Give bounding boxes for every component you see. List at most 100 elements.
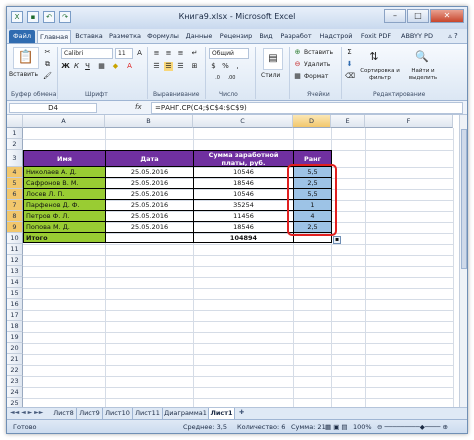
view-buttons-icon[interactable]: ▦ ▣ ▤ [325, 420, 348, 433]
italic-icon[interactable]: К [72, 62, 81, 71]
fill-color-icon[interactable]: ◆ [111, 62, 120, 71]
row-header[interactable]: 10 [7, 233, 23, 244]
tab-page-layout[interactable]: Разметка [107, 30, 143, 43]
ribbon-help-icon[interactable]: ▵ ? [441, 30, 465, 43]
sort-filter-icon[interactable]: ⇅ [363, 48, 385, 66]
align-left-icon[interactable]: ☰ [152, 62, 161, 71]
align-middle-icon[interactable]: ≡ [164, 49, 173, 58]
format-cells-icon[interactable]: ▦ [293, 72, 302, 81]
maximize-button[interactable]: □ [407, 9, 429, 23]
borders-icon[interactable]: ▦ [97, 62, 106, 71]
currency-icon[interactable]: $ [209, 62, 218, 71]
row-header[interactable]: 25 [7, 398, 23, 407]
tab-view[interactable]: Вид [257, 30, 275, 43]
worksheet-grid[interactable]: A B C D E F 1 2 3 4 5 6 7 8 9 10 11 12 13 14 15 16 17 18 1… [7, 115, 461, 407]
name-box[interactable]: D4 [9, 103, 97, 113]
number-format-select[interactable]: Общий [209, 48, 249, 59]
total-label-cell[interactable]: Итого [23, 232, 106, 243]
font-color-icon[interactable]: A [125, 62, 134, 71]
column-header[interactable]: A [23, 115, 105, 128]
row-header[interactable]: 13 [7, 266, 23, 277]
merge-cells-icon[interactable]: ⊞ [190, 62, 199, 71]
styles-button[interactable]: Стили [261, 72, 280, 79]
find-select-button[interactable]: Найти и выделить [405, 68, 441, 81]
row-header[interactable]: 4 [7, 167, 23, 178]
column-header[interactable]: D [293, 115, 331, 128]
row-header[interactable]: 8 [7, 211, 23, 222]
table-cell[interactable] [105, 232, 194, 243]
row-header[interactable]: 17 [7, 310, 23, 321]
paste-icon[interactable]: 📋 [13, 47, 39, 69]
select-all-corner[interactable] [7, 115, 23, 128]
wrap-text-icon[interactable]: ↵ [190, 49, 199, 58]
decrease-decimal-icon[interactable]: .00 [227, 74, 236, 83]
underline-icon[interactable]: Ч [83, 62, 92, 71]
align-center-icon[interactable]: ☰ [164, 62, 173, 71]
fill-icon[interactable]: ⬇ [345, 60, 354, 69]
grow-font-icon[interactable]: A [135, 49, 144, 58]
tab-developer[interactable]: Разработ [277, 30, 315, 43]
styles-icon[interactable]: ▤ [263, 48, 283, 70]
tab-file[interactable]: Файл [9, 30, 35, 43]
font-name-select[interactable]: Calibri [61, 48, 113, 59]
delete-cells-button[interactable]: Удалить [304, 61, 330, 68]
row-header[interactable]: 5 [7, 178, 23, 189]
bold-icon[interactable]: Ж [61, 62, 70, 71]
row-header[interactable]: 7 [7, 200, 23, 211]
row-header[interactable]: 2 [7, 139, 23, 150]
table-header-name[interactable]: Имя [23, 150, 106, 167]
table-header-salary[interactable]: Сумма заработной платы, руб. [193, 150, 294, 167]
tab-formulas[interactable]: Формулы [145, 30, 181, 43]
row-header[interactable]: 19 [7, 332, 23, 343]
table-header-date[interactable]: Дата [105, 150, 194, 167]
percent-icon[interactable]: % [221, 62, 230, 71]
tab-home[interactable]: Главная [37, 30, 71, 43]
scroll-thumb[interactable] [461, 129, 467, 269]
tab-addins[interactable]: Надстрой [317, 30, 355, 43]
cut-icon[interactable]: ✂ [43, 48, 52, 57]
fx-icon[interactable]: fx [135, 103, 142, 111]
column-header[interactable]: F [365, 115, 453, 128]
row-header[interactable]: 24 [7, 387, 23, 398]
paste-options-icon[interactable]: ▪ [333, 236, 341, 244]
sort-filter-button[interactable]: Сортировка и фильтр [357, 68, 403, 81]
tab-review[interactable]: Рецензир [217, 30, 255, 43]
column-header[interactable]: C [193, 115, 293, 128]
sheet-tab[interactable]: Лист8 [51, 408, 77, 419]
new-sheet-icon[interactable]: ✚ [239, 409, 244, 416]
row-header[interactable]: 12 [7, 255, 23, 266]
row-header[interactable]: 1 [7, 128, 23, 139]
sheet-tab[interactable]: Лист11 [133, 408, 163, 419]
align-top-icon[interactable]: ≡ [152, 49, 161, 58]
vertical-scrollbar[interactable] [459, 115, 467, 407]
align-right-icon[interactable]: ☰ [176, 62, 185, 71]
column-header[interactable]: B [105, 115, 193, 128]
row-header[interactable]: 6 [7, 189, 23, 200]
zoom-level[interactable]: 100% [353, 420, 372, 433]
row-header[interactable]: 23 [7, 376, 23, 387]
close-button[interactable]: ✕ [430, 9, 464, 23]
comma-icon[interactable]: , [233, 62, 242, 71]
row-header[interactable]: 16 [7, 299, 23, 310]
tab-abbyy[interactable]: ABBYY PD [397, 30, 437, 43]
increase-decimal-icon[interactable]: .0 [213, 74, 222, 83]
zoom-slider[interactable]: ⊖ ─────────◆──── ⊕ [377, 420, 448, 433]
row-header[interactable]: 9 [7, 222, 23, 233]
paste-button[interactable]: Вставить [9, 71, 38, 78]
row-header[interactable]: 21 [7, 354, 23, 365]
row-header[interactable]: 22 [7, 365, 23, 376]
row-header[interactable]: 15 [7, 288, 23, 299]
tab-insert[interactable]: Вставка [73, 30, 105, 43]
copy-icon[interactable]: ⧉ [43, 60, 52, 69]
sheet-tab-active[interactable]: Лист1 [209, 408, 235, 419]
formula-input[interactable]: =РАНГ.СР(C4;$C$4:$C$9) [151, 102, 463, 114]
sheet-tab[interactable]: Лист10 [103, 408, 133, 419]
sheet-nav-icon[interactable]: ◄◄ ◄ ► ►► [10, 409, 43, 416]
font-size-select[interactable]: 11 [115, 48, 133, 59]
tab-foxit-pdf[interactable]: Foxit PDF [357, 30, 395, 43]
tab-data[interactable]: Данные [183, 30, 215, 43]
align-bottom-icon[interactable]: ≡ [176, 49, 185, 58]
delete-cells-icon[interactable]: ⊖ [293, 60, 302, 69]
insert-cells-icon[interactable]: ⊕ [293, 48, 302, 57]
minimize-button[interactable]: – [384, 9, 406, 23]
